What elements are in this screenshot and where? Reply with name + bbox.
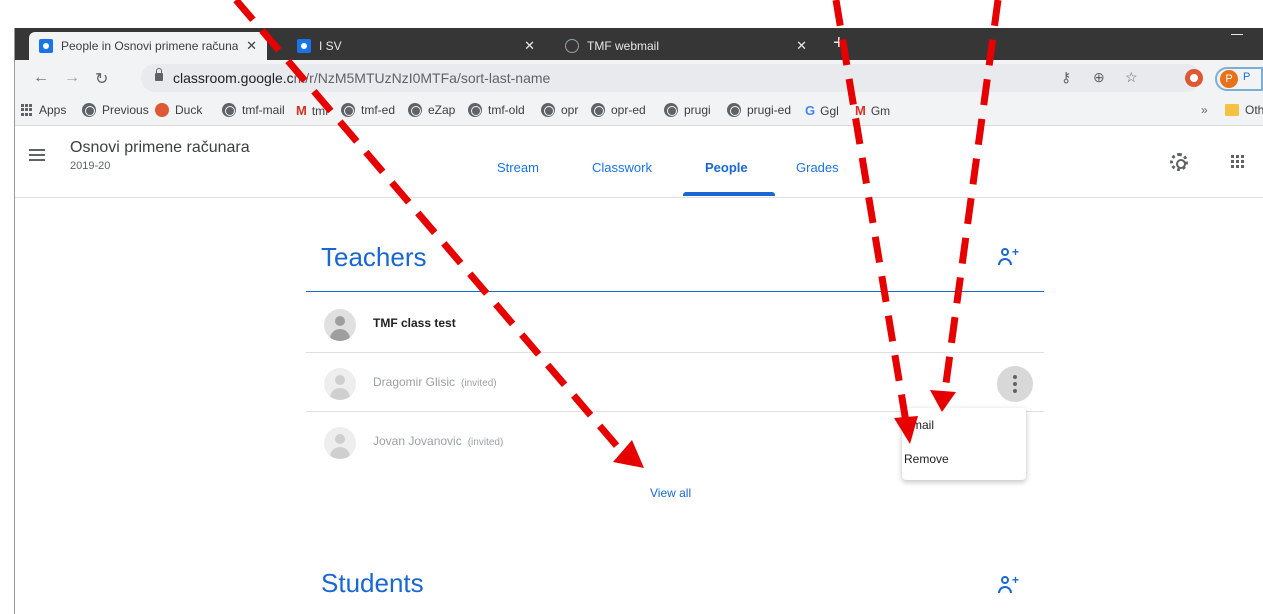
- students-heading: Students: [321, 568, 424, 598]
- tab-classwork[interactable]: Classwork: [592, 160, 652, 175]
- view-all-link[interactable]: View all: [650, 486, 691, 500]
- tab-webmail[interactable]: TMF webmail ✕: [555, 32, 817, 60]
- class-year: 2019-20: [70, 160, 111, 172]
- avatar: [324, 368, 356, 400]
- other-bookmarks[interactable]: Othe: [1225, 103, 1263, 117]
- menu-item-remove[interactable]: Remove: [904, 452, 949, 466]
- bookmark-tmf-mail[interactable]: tmf-mail: [222, 103, 285, 117]
- minimize-icon[interactable]: [1231, 34, 1243, 35]
- google-icon: G: [805, 103, 816, 118]
- classroom-favicon-icon: [39, 39, 53, 53]
- globe-icon: [82, 103, 96, 117]
- bookmark-opr-ed[interactable]: opr-ed: [591, 103, 646, 117]
- close-icon[interactable]: ✕: [246, 38, 257, 54]
- apps-grid-icon: [21, 104, 33, 116]
- bookmark-ggl[interactable]: G Ggl: [805, 103, 839, 118]
- globe-icon: [222, 103, 236, 117]
- back-icon[interactable]: ←: [33, 69, 49, 87]
- bookmark-previous[interactable]: Previous: [82, 103, 149, 117]
- star-icon[interactable]: ☆: [1125, 69, 1138, 86]
- classroom-favicon-icon: [297, 39, 311, 53]
- section-divider: [306, 291, 1044, 292]
- forward-icon[interactable]: →: [64, 69, 80, 87]
- tab-people[interactable]: People: [705, 160, 748, 175]
- address-bar[interactable]: classroom.google.cm/r/NzM5MTUzNzI0MTFa/s…: [141, 64, 1201, 92]
- profile-button[interactable]: P P: [1215, 67, 1263, 91]
- zoom-icon[interactable]: ⊕: [1093, 69, 1105, 86]
- bookmark-prugi[interactable]: prugi: [664, 103, 711, 117]
- reload-icon[interactable]: ↻: [95, 69, 108, 89]
- invited-status: (invited): [461, 378, 497, 389]
- bookmark-tmf[interactable]: Mtmf: [296, 103, 329, 118]
- bookmark-tmf-ed[interactable]: tmf-ed: [341, 103, 395, 117]
- bookmark-opr[interactable]: opr: [541, 103, 578, 117]
- globe-icon: [468, 103, 482, 117]
- invited-status: (invited): [467, 437, 504, 448]
- key-icon[interactable]: ⚷: [1061, 69, 1071, 86]
- profile-label: P: [1243, 71, 1251, 83]
- duckduckgo-icon: [155, 103, 169, 117]
- screenshot-frame: People in Osnovi primene računa ✕ I SV ✕…: [0, 0, 1263, 614]
- globe-icon: [591, 103, 605, 117]
- invite-teacher-icon[interactable]: +: [998, 245, 1020, 266]
- close-icon[interactable]: ✕: [796, 38, 807, 54]
- browser-toolbar: ← → ↻ classroom.google.cm/r/NzM5MTUzNzI0…: [15, 60, 1263, 96]
- avatar: [324, 309, 356, 341]
- globe-icon: [341, 103, 355, 117]
- gear-icon[interactable]: [1170, 153, 1188, 171]
- teacher-name: TMF class test: [373, 316, 456, 330]
- url-text: classroom.google.cm/r/NzM5MTUzNzI0MTFa/s…: [173, 70, 551, 86]
- menu-item-email[interactable]: Email: [904, 418, 934, 432]
- google-apps-icon[interactable]: [1231, 155, 1244, 168]
- bookmark-apps[interactable]: Apps: [21, 103, 66, 117]
- gmail-icon: M: [296, 103, 307, 118]
- bookmarks-overflow-button[interactable]: »: [1201, 103, 1208, 117]
- globe-icon: [408, 103, 422, 117]
- new-tab-button[interactable]: +: [833, 32, 845, 55]
- teacher-name: Jovan Jovanovic (invited): [373, 434, 504, 448]
- invite-student-icon[interactable]: +: [998, 573, 1020, 594]
- active-tab-indicator: [683, 192, 775, 196]
- tab-title: TMF webmail: [587, 39, 660, 53]
- menu-icon[interactable]: [29, 149, 45, 161]
- duckduckgo-extension-icon[interactable]: [1185, 69, 1203, 87]
- teacher-name: Dragomir Glisic (invited): [373, 375, 497, 389]
- tab-title: I SV: [319, 39, 342, 53]
- teacher-row: Dragomir Glisic (invited): [306, 354, 1044, 412]
- tab-title: People in Osnovi primene računa: [61, 39, 239, 53]
- classroom-header: Osnovi primene računara 2019-20 Stream C…: [15, 126, 1263, 198]
- globe-icon: [565, 39, 579, 53]
- bookmark-duck[interactable]: Duck: [155, 103, 202, 117]
- lock-icon: [155, 68, 163, 81]
- close-icon[interactable]: ✕: [524, 38, 535, 54]
- tab-strip: People in Osnovi primene računa ✕ I SV ✕…: [15, 28, 1263, 60]
- avatar: P: [1220, 70, 1238, 88]
- bookmark-gm[interactable]: M Gm: [855, 103, 890, 118]
- globe-icon: [541, 103, 555, 117]
- more-options-button[interactable]: [997, 366, 1033, 402]
- globe-icon: [664, 103, 678, 117]
- bookmark-ezap[interactable]: eZap: [408, 103, 455, 117]
- bookmark-tmf-old[interactable]: tmf-old: [468, 103, 525, 117]
- teacher-row: TMF class test: [306, 295, 1044, 353]
- bookmarks-bar: Apps Previous Duck tmf-mail Mtmf tmf-ed …: [15, 96, 1263, 126]
- globe-icon: [727, 103, 741, 117]
- class-title[interactable]: Osnovi primene računara: [70, 139, 250, 157]
- tab-isv[interactable]: I SV ✕: [287, 32, 545, 60]
- avatar: [324, 427, 356, 459]
- bookmark-prugi-ed[interactable]: prugi-ed: [727, 103, 791, 117]
- folder-icon: [1225, 104, 1239, 116]
- tab-grades[interactable]: Grades: [796, 160, 839, 175]
- tab-people[interactable]: People in Osnovi primene računa ✕: [29, 32, 267, 60]
- tab-stream[interactable]: Stream: [497, 160, 539, 175]
- context-menu: Email Remove: [902, 408, 1026, 480]
- teachers-heading: Teachers: [321, 242, 427, 272]
- gmail-icon: M: [855, 103, 866, 118]
